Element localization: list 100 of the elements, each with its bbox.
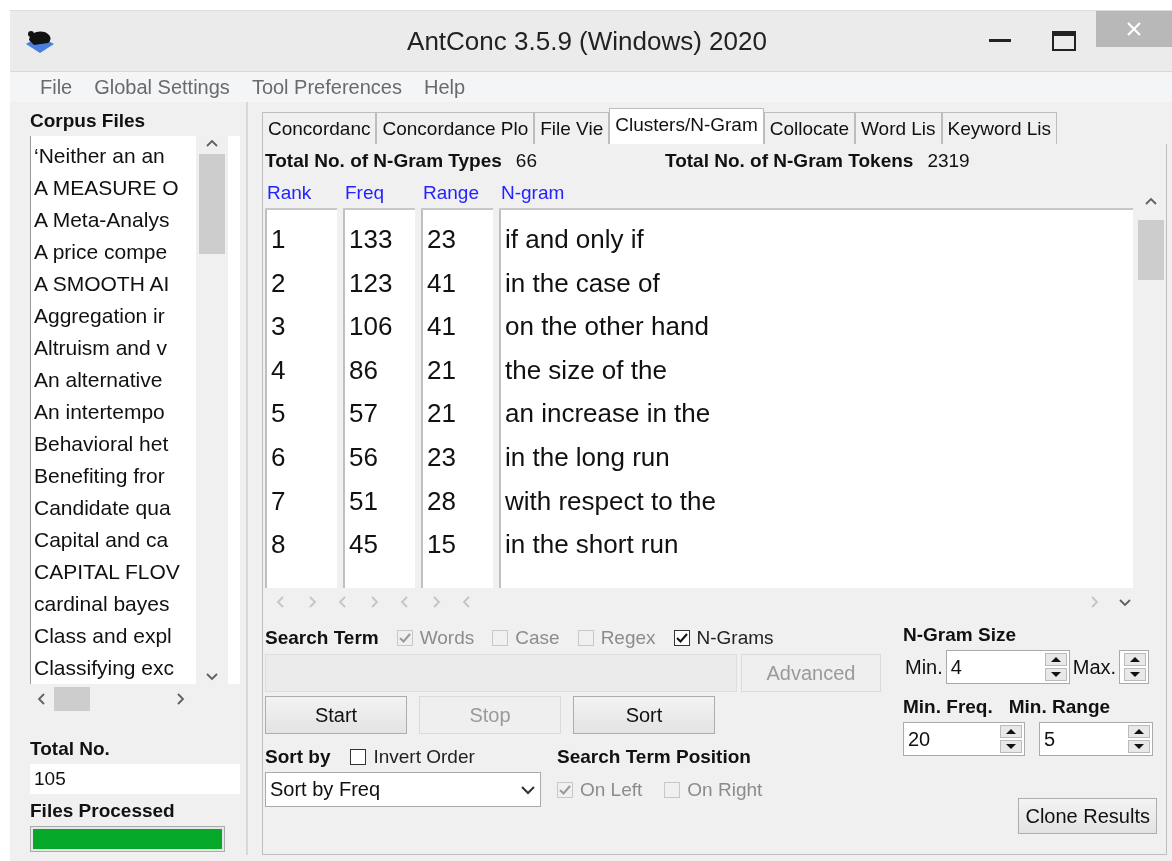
maximize-icon [1052,31,1076,51]
tab[interactable]: Concordanc [262,112,377,144]
table-cell-text: with respect to the [504,484,717,518]
spin-up-icon[interactable] [1124,653,1147,666]
spin-up-icon[interactable] [1044,653,1067,666]
table-cell-text: 21 [426,353,457,387]
table-cell-text: the size of the [504,353,668,387]
table-cell-text: 56 [348,440,379,474]
table-cell-text: 86 [348,353,379,387]
menu-item[interactable]: Global Settings [94,75,230,99]
minimize-icon [989,39,1011,43]
file-list-item[interactable]: Altruism and v [31,332,196,364]
table-cell-text: 133 [348,223,394,256]
ngram-min-spinner[interactable]: 4 [945,650,1070,684]
checkbox-label: On Left [580,779,643,801]
checkbox-label: N-Grams [696,627,774,649]
checkbox[interactable] [350,749,367,765]
tab[interactable]: File Vie [534,112,610,144]
file-list-item[interactable]: CAPITAL FLOV [31,556,196,588]
spin-down-icon[interactable] [1044,668,1067,681]
close-icon [1125,20,1143,38]
file-list-item[interactable]: Candidate qua [31,492,196,524]
table-cell-text: 4 [270,353,287,387]
spin-down-icon[interactable] [1000,740,1022,753]
checkbox-label: Regex [600,627,656,649]
table-cell-text: 51 [348,484,379,518]
tab[interactable]: Concordance Plo [376,112,535,144]
types-count: 66 [515,150,537,172]
spin-up-icon[interactable] [1000,725,1022,738]
file-list-item[interactable]: A price compe [31,236,196,268]
table-cell-text: 21 [426,397,457,431]
table-cell-text: 15 [426,528,457,562]
spin-down-icon[interactable] [1128,740,1150,753]
table-cell-text: 41 [426,310,457,344]
min-range-label: Min. Range [1008,696,1111,718]
file-list-item[interactable]: Aggregation ir [31,300,196,332]
min-range-spinner[interactable]: 5 [1039,722,1153,756]
checkbox-label: Invert Order [373,746,475,768]
sort-dropdown[interactable]: Sort by Freq [265,772,541,807]
table-cell-text: 106 [348,310,394,344]
table-cell-text: if and only if [504,223,645,256]
table-cell-text: 7 [270,484,287,518]
file-list-item[interactable]: An alternative [31,364,196,396]
table-cell-text: 41 [426,266,457,300]
file-list-item[interactable]: An intertempo [31,396,196,428]
min-freq-spinner[interactable]: 20 [903,722,1025,756]
tab[interactable]: Keyword Lis [941,112,1058,144]
scrollbar-thumb[interactable] [54,687,90,711]
table-cell-text: 6 [270,440,287,474]
tokens-count: 2319 [927,150,970,172]
table-cell-text: 8 [270,528,287,562]
action-button[interactable]: Sort [573,696,715,734]
ngram-size-label: N-Gram Size [903,624,1017,646]
max-label: Max. [1072,655,1117,679]
types-label: Total No. of N-Gram Types [265,150,502,172]
table-cell-text: an increase in the [504,397,712,431]
table-cell-text: 123 [348,266,394,300]
scrollbar-thumb[interactable] [1138,220,1164,280]
clone-results-button[interactable]: Clone Results [1018,798,1157,834]
table-cell-text: 28 [426,484,457,518]
table-cell-text: in the case of [504,266,661,300]
file-list-item[interactable]: Classifying exc [31,652,196,684]
window-title: AntConc 3.5.9 (Windows) 2020 [407,25,767,57]
checkbox-label: On Right [687,779,763,801]
file-list-item[interactable]: A Meta-Analys [31,204,196,236]
file-list-item[interactable]: Class and expl [31,620,196,652]
checkbox[interactable] [673,630,690,646]
file-list-item[interactable]: Behavioral het [31,428,196,460]
file-list-item[interactable]: Capital and ca [31,524,196,556]
file-list-item[interactable]: Benefiting fror [31,460,196,492]
table-cell-text: in the short run [504,528,680,562]
menu-item[interactable]: File [40,75,73,99]
file-list-item[interactable]: A SMOOTH AI [31,268,196,300]
file-list-item[interactable]: A MEASURE O [31,172,196,204]
table-cell-text: 1 [270,223,287,256]
file-list-item[interactable]: ‘Neither an an [31,140,196,172]
ngram-max-spinner[interactable] [1119,650,1150,684]
checkbox-label: Case [515,627,560,649]
table-cell-text: 5 [270,397,287,431]
table-cell-text: on the other hand [504,310,710,344]
min-label: Min. [905,655,943,679]
spin-down-icon[interactable] [1124,668,1147,681]
min-freq-label: Min. Freq. [903,696,993,718]
search-term-label: Search Term [265,627,379,649]
spin-up-icon[interactable] [1128,725,1150,738]
tab[interactable]: Collocate [763,112,855,144]
tab[interactable]: Clusters/N-Gram [609,108,764,144]
table-cell-text: 45 [348,528,379,562]
scrollbar-thumb[interactable] [199,154,225,254]
panel-title: Corpus Files [30,110,147,132]
menu-item[interactable]: Tool Preferences [251,75,402,99]
tab[interactable]: Word Lis [854,112,942,144]
table-cell-text: 3 [270,310,287,344]
file-list-item[interactable]: cardinal bayes [31,588,196,620]
menu-item[interactable]: Help [423,75,466,99]
total-label: Total No. [30,738,111,760]
tokens-label: Total No. of N-Gram Tokens [664,150,914,172]
table-cell-text: 23 [426,223,457,256]
checkbox-label: Words [419,627,475,649]
action-button[interactable]: Start [265,696,407,734]
